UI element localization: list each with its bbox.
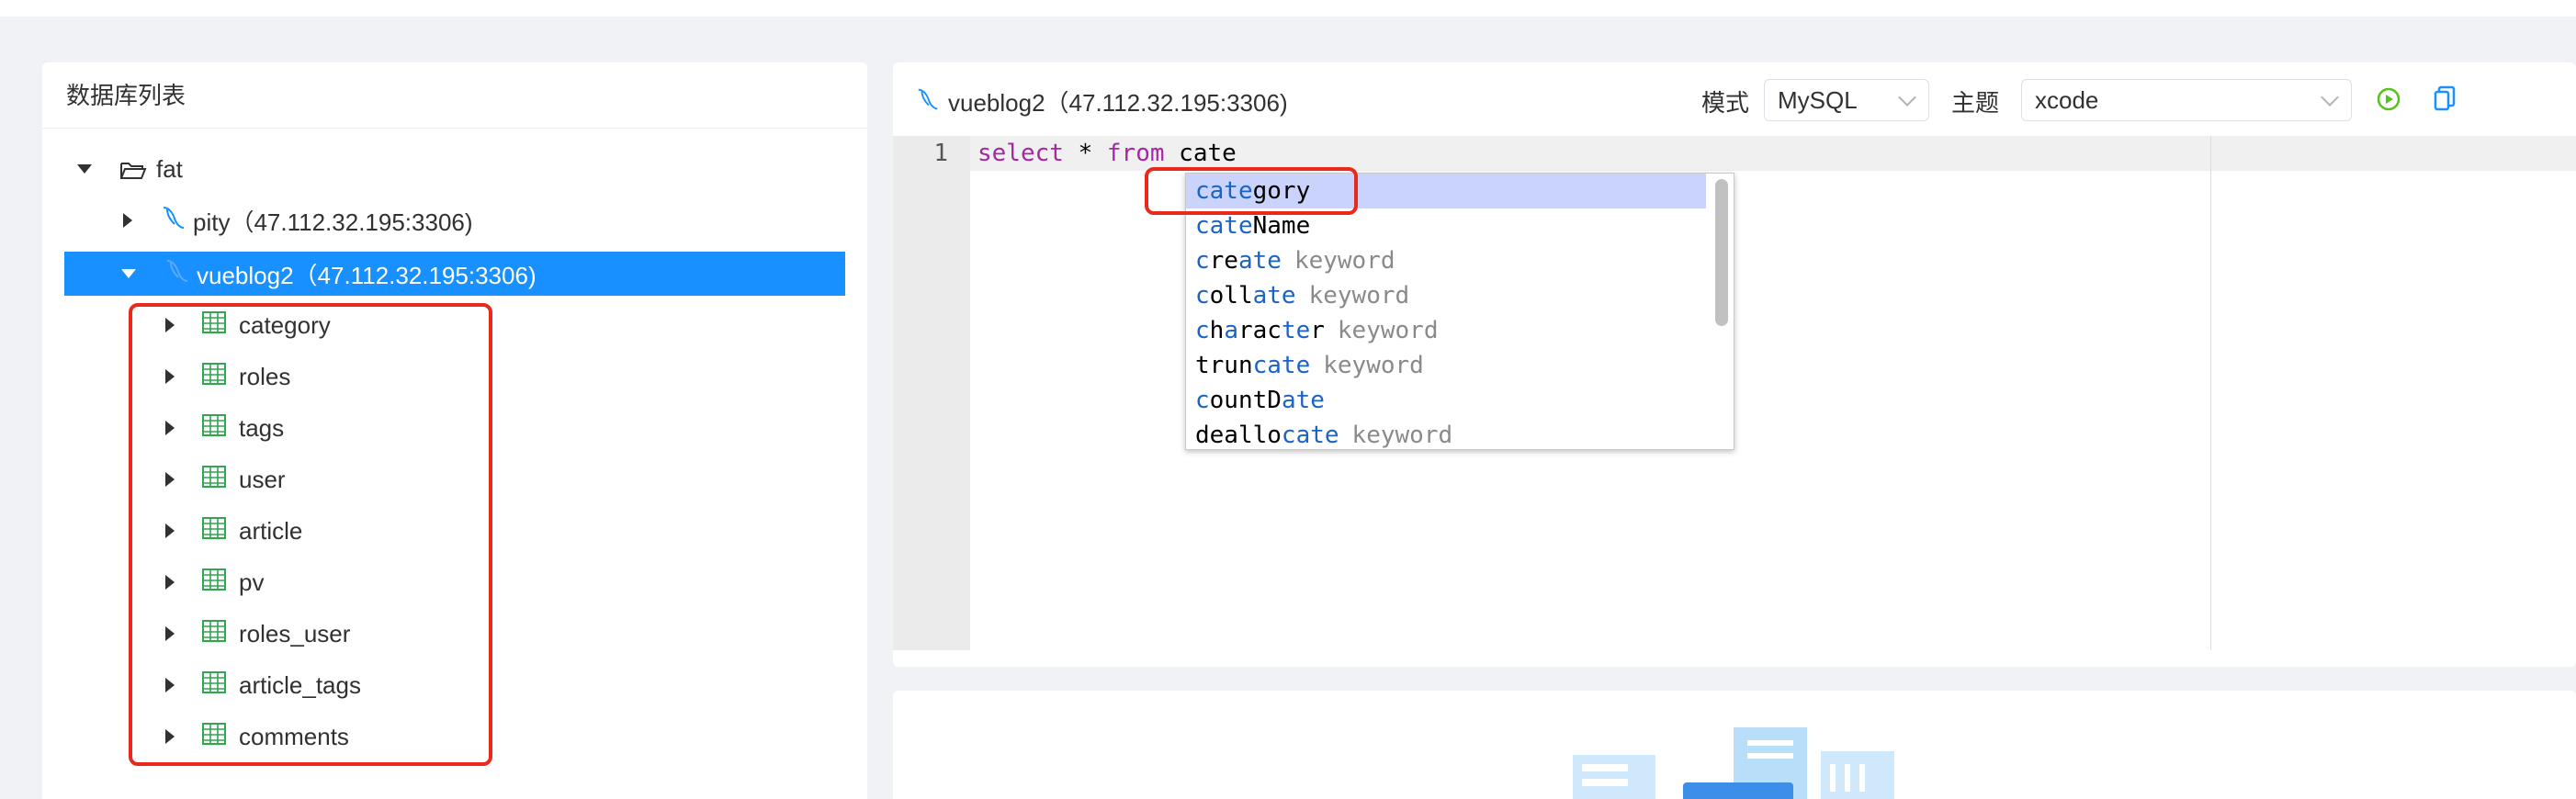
database-list-panel: 数据库列表 fat pity（47.112.32.195:3306) vuebl…	[42, 62, 867, 799]
connection-label: vueblog2（47.112.32.195:3306)	[197, 261, 537, 289]
line-number: 1	[933, 140, 948, 167]
autocomplete-item[interactable]: create keyword	[1186, 243, 1734, 278]
tables-highlight-box	[129, 303, 492, 766]
editor-header: vueblog2（47.112.32.195:3306) 模式 MySQL 主题…	[893, 62, 2576, 136]
empty-data-illustration-icon	[1573, 727, 1894, 799]
collapse-caret-icon[interactable]	[77, 164, 92, 174]
code-text: cate	[1164, 140, 1237, 167]
tree-node-fat[interactable]: fat	[64, 147, 845, 191]
expand-caret-icon[interactable]	[123, 213, 132, 228]
mode-label: 模式	[1701, 89, 1750, 117]
autocomplete-item[interactable]: countDate	[1186, 383, 1734, 418]
editor-connection-label: vueblog2（47.112.32.195:3306)	[948, 89, 1288, 117]
theme-select[interactable]: xcode	[2021, 79, 2352, 121]
query-result-panel	[893, 691, 2576, 799]
top-bar	[0, 0, 2576, 17]
copy-icon[interactable]	[2433, 84, 2457, 117]
tree-node-label: fat	[156, 154, 183, 183]
mysql-dolphin-icon	[160, 204, 187, 238]
code-text: *	[1063, 140, 1107, 167]
folder-open-icon	[119, 159, 147, 179]
code-line[interactable]: select * from cate	[977, 136, 1237, 171]
mysql-dolphin-icon	[915, 86, 941, 117]
mode-select[interactable]: MySQL	[1764, 79, 1929, 121]
mysql-dolphin-icon	[164, 257, 191, 291]
theme-label: 主题	[1951, 89, 2000, 117]
tree-node-pity[interactable]: pity（47.112.32.195:3306)	[64, 198, 845, 242]
autocomplete-item[interactable]: deallocate keyword	[1186, 418, 1734, 449]
collapse-caret-icon[interactable]	[121, 269, 136, 278]
autocomplete-item[interactable]: truncate keyword	[1186, 348, 1734, 383]
chevron-down-icon	[1898, 88, 1916, 107]
scrollbar-thumb[interactable]	[1715, 179, 1728, 326]
tree-node-vueblog2[interactable]: vueblog2（47.112.32.195:3306)	[64, 252, 845, 296]
code-keyword: select	[977, 140, 1064, 167]
theme-select-value: xcode	[2035, 86, 2099, 114]
mode-select-value: MySQL	[1778, 86, 1858, 114]
autocomplete-item[interactable]: collate keyword	[1186, 278, 1734, 313]
print-margin	[2210, 136, 2211, 650]
run-icon[interactable]	[2376, 86, 2401, 117]
database-list-title: 数据库列表	[42, 62, 867, 129]
editor-gutter	[893, 136, 970, 650]
chevron-down-icon	[2321, 88, 2339, 107]
connection-label: pity（47.112.32.195:3306)	[193, 208, 473, 236]
autocomplete-item[interactable]: character keyword	[1186, 313, 1734, 348]
suggestion-highlight-box	[1145, 167, 1358, 215]
sql-editor-panel: vueblog2（47.112.32.195:3306) 模式 MySQL 主题…	[893, 62, 2576, 667]
code-keyword: from	[1106, 140, 1165, 167]
